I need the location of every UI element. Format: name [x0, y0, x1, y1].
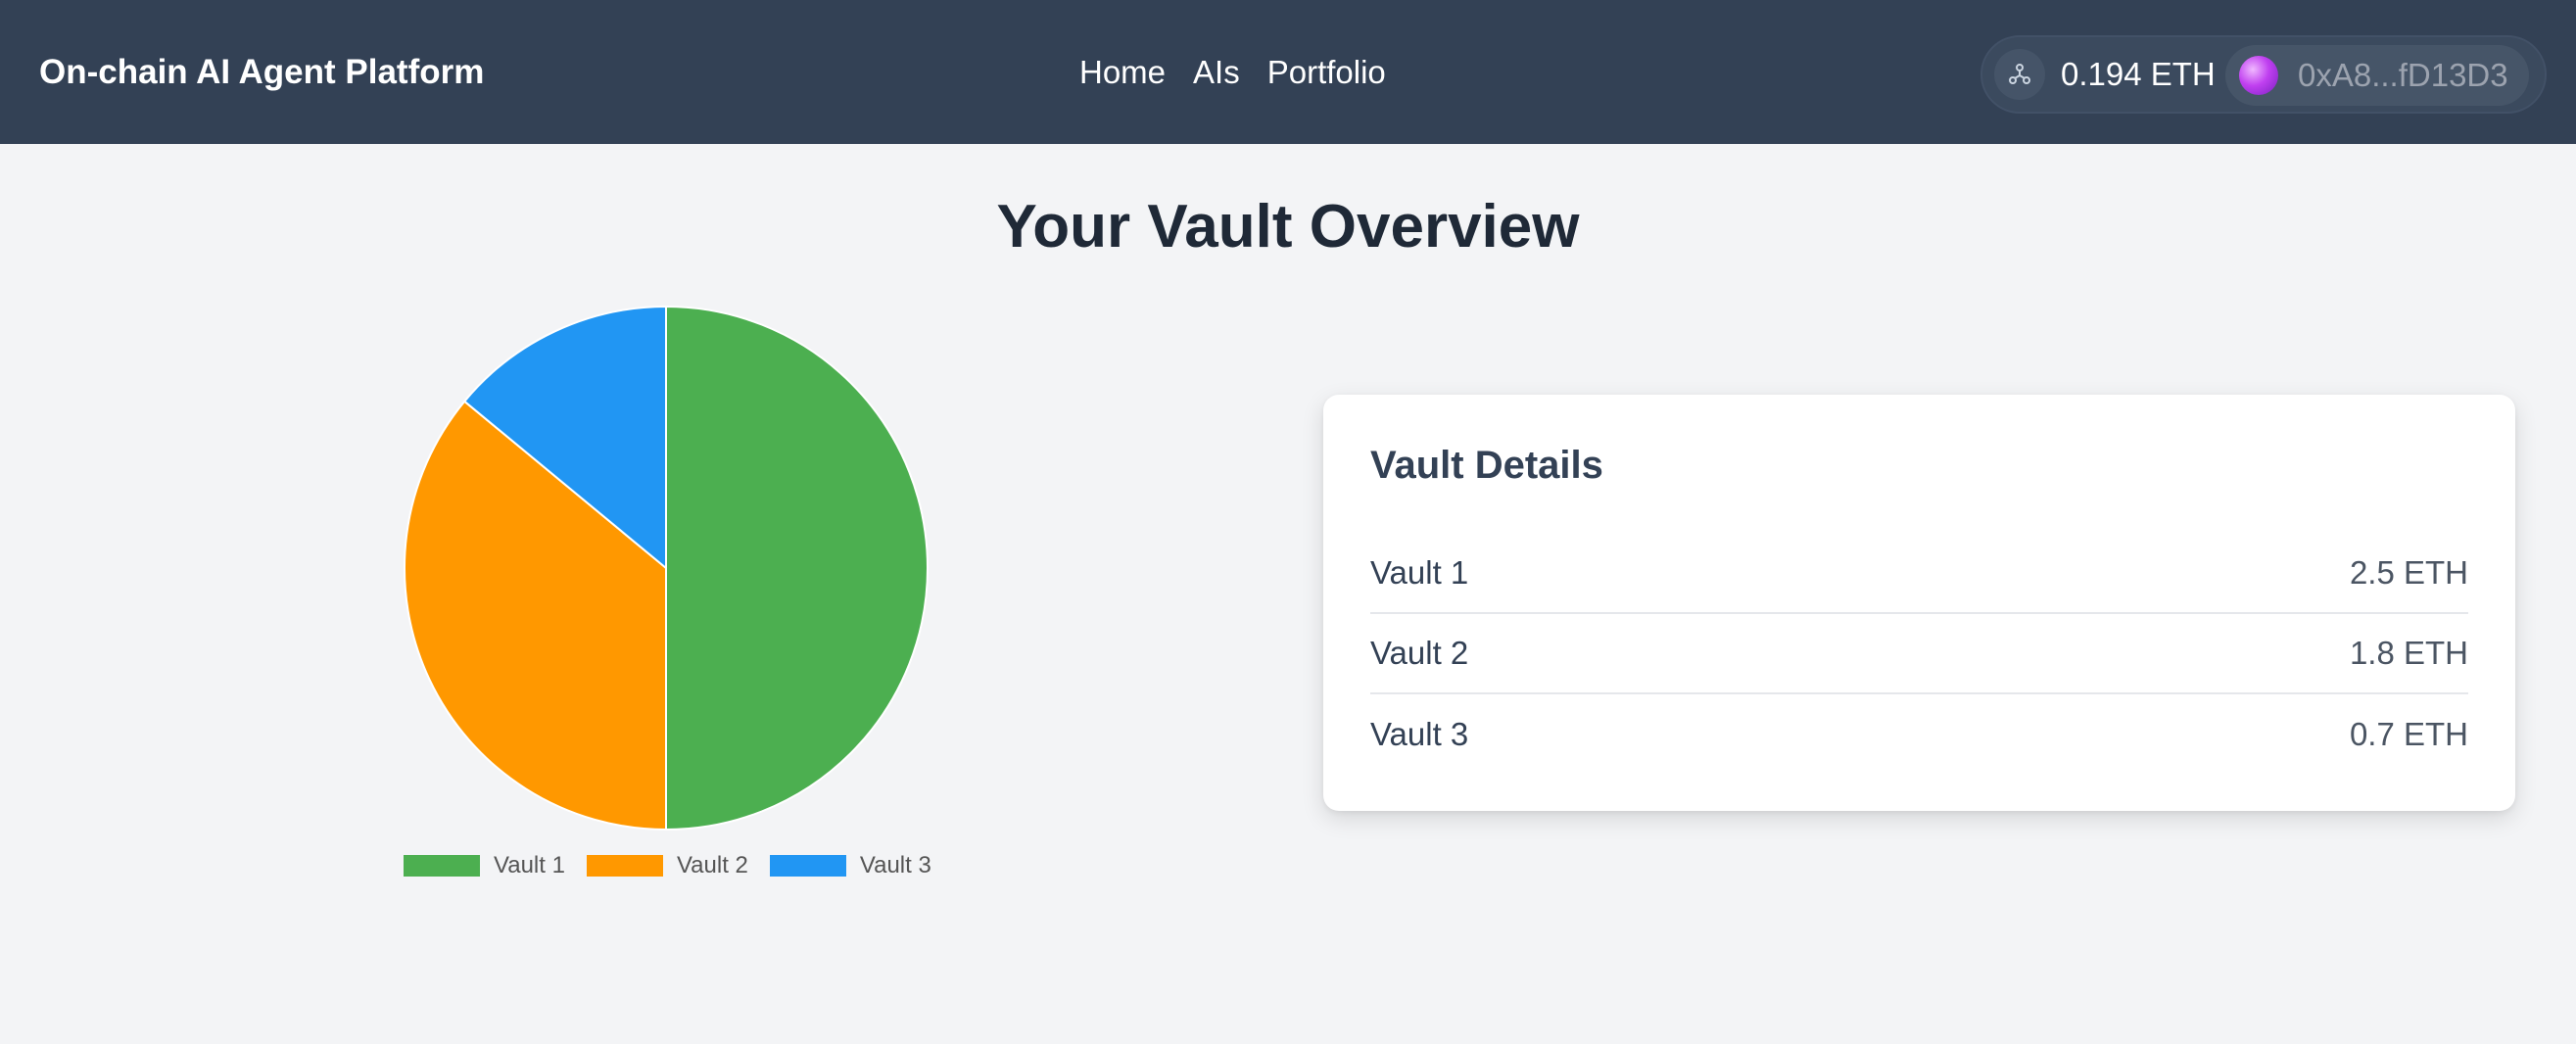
- vault-value: 1.8 ETH: [2349, 635, 2468, 671]
- legend-swatch-vault-2: [586, 855, 663, 877]
- legend-swatch-vault-1: [404, 855, 480, 877]
- vault-details-list: Vault 1 2.5 ETH Vault 2 1.8 ETH Vault 3 …: [1370, 534, 2468, 775]
- legend-item-vault-1[interactable]: Vault 1: [404, 852, 565, 879]
- vault-row: Vault 1 2.5 ETH: [1370, 534, 2468, 614]
- vault-name: Vault 2: [1370, 635, 1469, 671]
- vault-name: Vault 3: [1370, 716, 1469, 752]
- pie-slice-vault-1[interactable]: [665, 305, 929, 831]
- brand-title[interactable]: On-chain AI Agent Platform: [39, 53, 484, 92]
- network-icon[interactable]: [1994, 49, 2045, 100]
- vault-pie-chart: [404, 305, 929, 831]
- vault-name: Vault 1: [1370, 554, 1469, 591]
- legend-label-vault-1: Vault 1: [494, 852, 565, 878]
- top-navbar: On-chain AI Agent Platform Home AIs Port…: [0, 0, 2576, 144]
- vault-value: 2.5 ETH: [2349, 554, 2468, 591]
- legend-item-vault-2[interactable]: Vault 2: [586, 852, 748, 879]
- account-avatar: [2239, 56, 2278, 95]
- nav-links: Home AIs Portfolio: [1079, 54, 1386, 91]
- nav-portfolio-link[interactable]: Portfolio: [1267, 54, 1386, 91]
- vault-details-title: Vault Details: [1370, 444, 1603, 487]
- vault-value: 0.7 ETH: [2349, 716, 2468, 752]
- nav-ais-link[interactable]: AIs: [1193, 54, 1240, 91]
- page-title: Your Vault Overview: [996, 193, 1580, 261]
- chart-legend: Vault 1 Vault 2 Vault 3: [404, 852, 953, 879]
- legend-label-vault-2: Vault 2: [676, 852, 748, 878]
- vault-row: Vault 2 1.8 ETH: [1370, 614, 2468, 694]
- account-button[interactable]: 0xA8...fD13D3: [2225, 45, 2529, 106]
- wallet-widget[interactable]: 0.194 ETH 0xA8...fD13D3: [1980, 35, 2547, 114]
- eth-balance: 0.194 ETH: [2061, 56, 2216, 92]
- vault-details-card: Vault Details Vault 1 2.5 ETH Vault 2 1.…: [1323, 395, 2515, 811]
- legend-item-vault-3[interactable]: Vault 3: [769, 852, 931, 879]
- nav-home-link[interactable]: Home: [1079, 54, 1166, 91]
- legend-label-vault-3: Vault 3: [859, 852, 931, 878]
- legend-swatch-vault-3: [769, 855, 846, 877]
- vault-row: Vault 3 0.7 ETH: [1370, 694, 2468, 775]
- wallet-address: 0xA8...fD13D3: [2298, 57, 2508, 93]
